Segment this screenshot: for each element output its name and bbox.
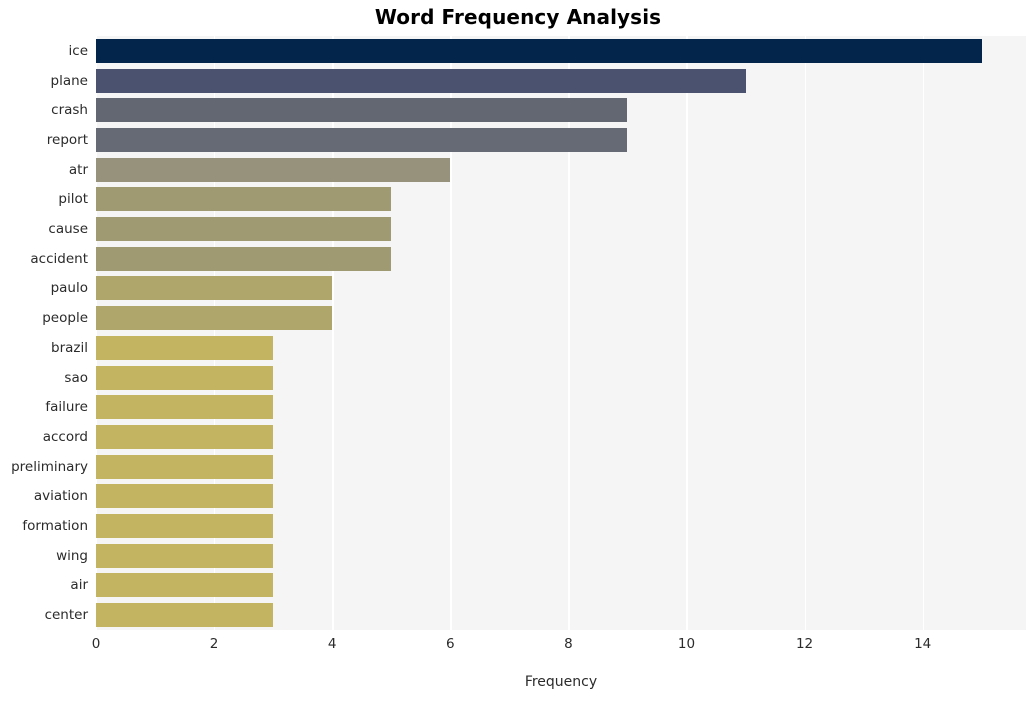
x-axis-tick-label: 10 [677, 636, 696, 652]
x-axis-tick-label: 2 [209, 636, 219, 652]
y-axis-tick-label: report [46, 131, 88, 148]
chart-figure: Word Frequency Analysis ice plane crash rep… [0, 0, 1036, 701]
bar [96, 484, 274, 509]
bar [96, 543, 274, 568]
bar-fill [96, 68, 746, 93]
bar [96, 454, 274, 479]
y-axis-tick-label: air [70, 577, 88, 594]
bar-fill [96, 335, 274, 360]
bar [96, 276, 333, 301]
bar [96, 98, 628, 123]
y-axis-tick-label: paulo [50, 280, 88, 297]
bar [96, 365, 274, 390]
y-axis-tick-label: preliminary [11, 458, 88, 475]
bar-fill [96, 127, 628, 152]
chart-title: Word Frequency Analysis [374, 5, 662, 29]
x-axis-tick-label: 14 [914, 636, 932, 652]
x-axis-label: Frequency [524, 674, 598, 690]
y-axis-tick-label: people [42, 310, 88, 327]
y-axis-tick-label: failure [45, 399, 88, 416]
bar-fill [96, 395, 274, 420]
x-axis-tick-label: 12 [795, 636, 814, 652]
bar [96, 127, 628, 152]
bar [96, 603, 274, 628]
bar-fill [96, 603, 274, 628]
bar-fill [96, 543, 274, 568]
bar-fill [96, 98, 628, 123]
bar [96, 306, 333, 331]
y-axis-tick-label: atr [68, 161, 88, 178]
bar [96, 68, 746, 93]
y-axis-tick-label: accord [42, 428, 88, 445]
bar-fill [96, 484, 274, 509]
bar [96, 395, 274, 420]
bar [96, 246, 392, 271]
y-axis-tick-label: cause [48, 221, 88, 238]
y-axis-tick-label: aviation [33, 488, 88, 505]
bar [96, 514, 274, 539]
x-axis-tick-labels: 0 2 4 6 8 10 12 14 [92, 636, 1026, 658]
y-axis-tick-label: formation [22, 518, 88, 535]
bar [96, 573, 274, 598]
bar-fill [96, 157, 451, 182]
bar [96, 187, 392, 212]
x-axis-tick-label: 6 [445, 636, 455, 652]
bar-fill [96, 306, 333, 331]
bar-fill [96, 424, 274, 449]
bar [96, 335, 274, 360]
y-axis-tick-label: brazil [51, 339, 88, 356]
y-axis-tick-label: wing [56, 547, 88, 564]
y-axis-tick-label: crash [51, 102, 88, 119]
bar-fill [96, 276, 333, 301]
bar [96, 424, 274, 449]
bar-fill [96, 573, 274, 598]
y-axis-tick-label: plane [50, 72, 88, 89]
x-axis-tick-label: 0 [91, 636, 101, 652]
x-axis-tick-label: 4 [327, 636, 337, 652]
y-axis-tick-label: sao [64, 369, 88, 386]
y-axis-tick-label: ice [68, 42, 88, 59]
bar-fill [96, 246, 392, 271]
y-axis-tick-label: pilot [58, 191, 88, 208]
y-axis-tick-labels: ice plane crash report atr pilot cause accident… [0, 36, 88, 630]
bar-fill [96, 365, 274, 390]
bar-fill [96, 187, 392, 212]
bar-fill [96, 217, 392, 242]
bar-fill [96, 38, 982, 63]
bar [96, 38, 982, 63]
bars-layer [96, 36, 1026, 630]
y-axis-tick-label: center [44, 607, 88, 624]
bar [96, 217, 392, 242]
y-axis-tick-label: accident [30, 250, 88, 267]
x-axis-tick-label: 8 [564, 636, 573, 652]
bar-fill [96, 454, 274, 479]
bar-fill [96, 514, 274, 539]
bar [96, 157, 451, 182]
plot-area [96, 36, 1026, 630]
